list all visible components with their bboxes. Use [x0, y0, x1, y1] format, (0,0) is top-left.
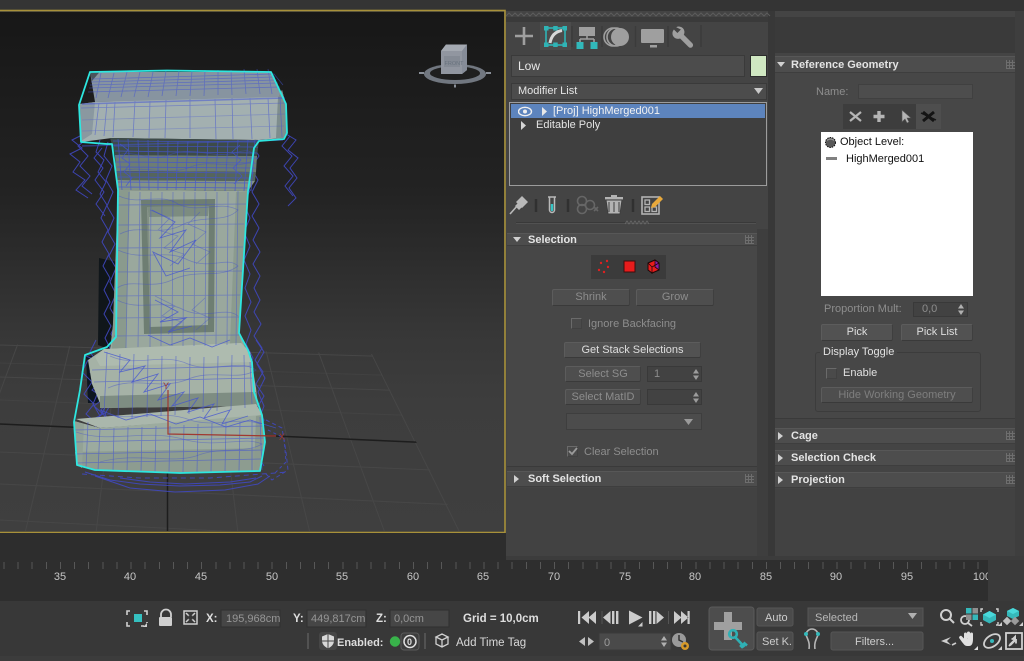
svg-text:Auto: Auto — [765, 612, 788, 624]
svg-text:449,817cm: 449,817cm — [311, 613, 365, 625]
svg-text:Set K.: Set K. — [762, 636, 792, 648]
svg-text:Selected: Selected — [815, 612, 858, 624]
svg-text:Enabled:: Enabled: — [337, 637, 383, 649]
svg-text:X: X — [279, 432, 285, 442]
svg-text:Filters...: Filters... — [855, 636, 894, 648]
svg-text:Add Time Tag: Add Time Tag — [456, 637, 526, 649]
svg-text:Grid = 10,0cm: Grid = 10,0cm — [463, 613, 539, 625]
svg-text:0: 0 — [604, 637, 610, 649]
svg-text:0: 0 — [407, 637, 412, 647]
svg-text:0,0cm: 0,0cm — [394, 613, 424, 625]
svg-text:Y:: Y: — [293, 613, 304, 625]
svg-text:Z:: Z: — [376, 613, 387, 625]
svg-text:X:: X: — [206, 613, 218, 625]
svg-text:195,968cm: 195,968cm — [226, 613, 280, 625]
svg-text:Y: Y — [163, 381, 169, 391]
svg-text:FRONT: FRONT — [445, 61, 465, 67]
